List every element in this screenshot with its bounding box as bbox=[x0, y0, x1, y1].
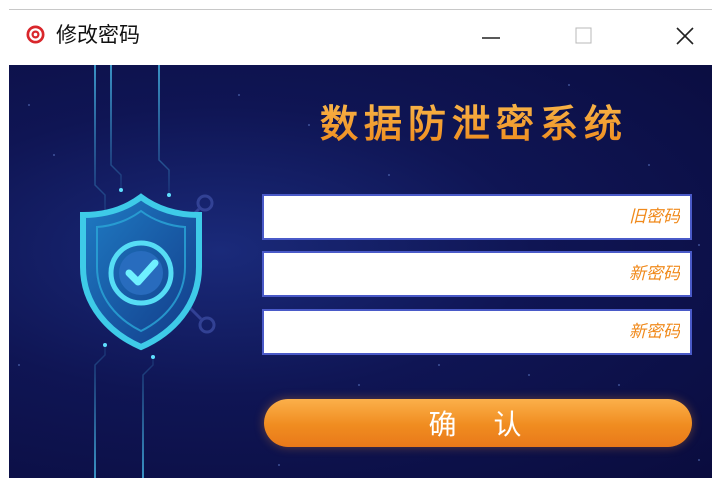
maximize-icon bbox=[575, 27, 592, 44]
system-title: 数据防泄密系统 bbox=[309, 101, 639, 147]
window-title: 修改密码 bbox=[56, 23, 140, 47]
shield-check-icon bbox=[80, 193, 202, 351]
close-button[interactable] bbox=[665, 18, 705, 54]
login-panel: 数据防泄密系统 确 认 bbox=[9, 65, 712, 478]
new-password-input[interactable] bbox=[262, 251, 692, 297]
confirm-button[interactable]: 确 认 bbox=[264, 399, 692, 447]
minimize-icon bbox=[482, 37, 500, 39]
target-icon bbox=[26, 25, 45, 44]
title-bar: 修改密码 bbox=[9, 10, 712, 65]
old-password-input[interactable] bbox=[262, 194, 692, 240]
minimize-button[interactable] bbox=[471, 18, 511, 54]
close-icon bbox=[676, 27, 694, 45]
change-password-window: 修改密码 数据防泄密系统 确 认 bbox=[9, 9, 712, 478]
maximize-button[interactable] bbox=[564, 18, 604, 54]
confirm-password-input[interactable] bbox=[262, 309, 692, 355]
